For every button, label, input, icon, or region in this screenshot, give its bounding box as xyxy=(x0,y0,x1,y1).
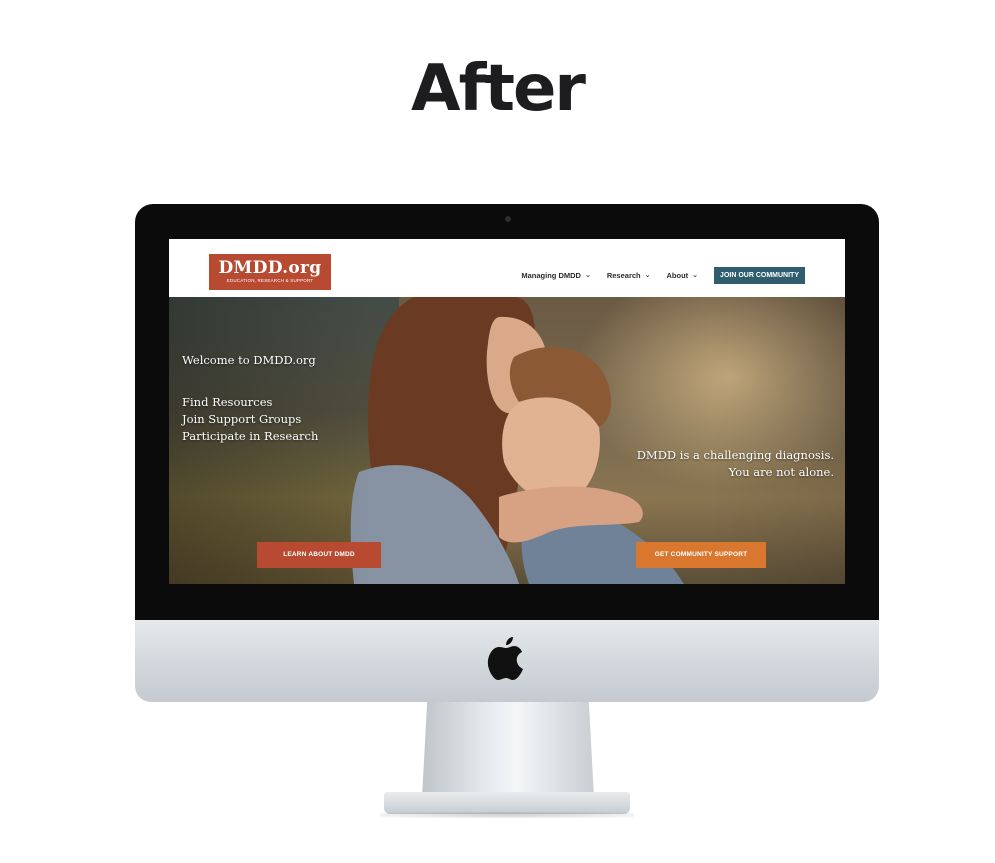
main-nav: Managing DMDD ⌄ Research ⌄ About ⌄ JOIN … xyxy=(521,265,805,285)
hero-links: Find Resources Join Support Groups Parti… xyxy=(182,394,318,445)
monitor-chin xyxy=(135,620,879,702)
monitor-stand xyxy=(422,702,594,798)
tagline-line-2: You are not alone. xyxy=(728,465,834,479)
chevron-down-icon: ⌄ xyxy=(644,272,651,279)
site-logo[interactable]: DMDD.org EDUCATION, RESEARCH & SUPPORT xyxy=(209,254,331,290)
website-screen: DMDD.org EDUCATION, RESEARCH & SUPPORT M… xyxy=(169,239,845,584)
get-community-support-button[interactable]: GET COMMUNITY SUPPORT xyxy=(636,542,766,568)
page-heading: After xyxy=(411,52,586,126)
chevron-down-icon: ⌄ xyxy=(584,272,591,279)
link-participate-research[interactable]: Participate in Research xyxy=(182,428,318,445)
nav-item-label: Managing DMDD xyxy=(521,270,581,280)
nav-item-label: Research xyxy=(606,270,641,280)
nav-item-about[interactable]: About ⌄ xyxy=(667,271,699,280)
nav-item-label: About xyxy=(666,270,689,280)
logo-name: DMDD.org xyxy=(218,258,322,278)
stand-shadow xyxy=(380,812,634,818)
hero-welcome: Welcome to DMDD.org xyxy=(182,353,316,367)
logo-tagline: EDUCATION, RESEARCH & SUPPORT xyxy=(226,278,314,283)
nav-item-research[interactable]: Research ⌄ xyxy=(607,271,651,280)
link-join-support-groups[interactable]: Join Support Groups xyxy=(182,411,318,428)
hero-tagline: DMDD is a challenging diagnosis. You are… xyxy=(637,447,834,481)
tagline-line-1: DMDD is a challenging diagnosis. xyxy=(636,448,834,462)
camera-icon xyxy=(505,216,511,222)
join-community-button[interactable]: JOIN OUR COMMUNITY xyxy=(714,266,805,284)
chevron-down-icon: ⌄ xyxy=(692,272,699,279)
site-header: DMDD.org EDUCATION, RESEARCH & SUPPORT M… xyxy=(169,239,845,297)
link-find-resources[interactable]: Find Resources xyxy=(182,394,318,411)
apple-logo-icon xyxy=(487,637,523,680)
nav-item-managing-dmdd[interactable]: Managing DMDD ⌄ xyxy=(521,271,590,280)
learn-about-dmdd-button[interactable]: LEARN ABOUT DMDD xyxy=(257,542,381,568)
hero-banner: Welcome to DMDD.org Find Resources Join … xyxy=(169,297,845,584)
monitor-base xyxy=(384,792,630,814)
